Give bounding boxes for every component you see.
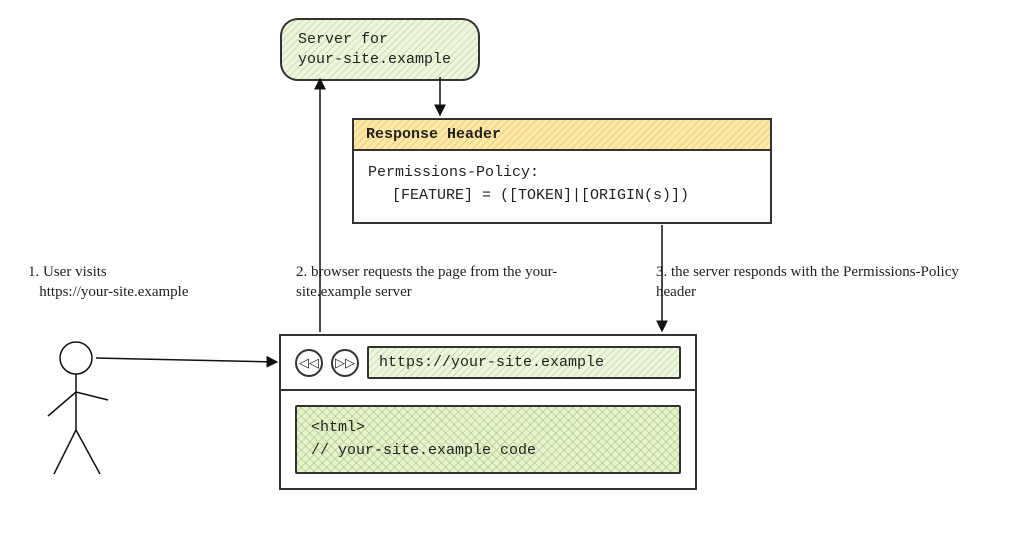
response-header-box: Response Header Permissions-Policy: [FEA… bbox=[352, 118, 772, 224]
step-1-url: https://your-site.example bbox=[39, 284, 188, 300]
policy-header-value: [FEATURE] = ([TOKEN]|[ORIGIN(s)]) bbox=[368, 184, 756, 207]
forward-icon: ▷▷ bbox=[331, 349, 359, 377]
arrow-user-to-browser bbox=[96, 358, 276, 362]
browser-body: <html> // your-site.example code bbox=[281, 391, 695, 488]
browser-window: ◁◁ ▷▷ https://your-site.example <html> /… bbox=[279, 334, 697, 490]
server-line-1: Server for bbox=[298, 30, 462, 50]
policy-header-name: Permissions-Policy: bbox=[368, 161, 756, 184]
user-icon bbox=[48, 342, 108, 474]
step-1-label: 1. User visits https://your-site.example bbox=[28, 262, 248, 303]
url-bar: https://your-site.example bbox=[367, 346, 681, 379]
code-line-1: <html> bbox=[311, 417, 665, 440]
step-1-prefix: 1. User visits bbox=[28, 264, 107, 280]
page-code-box: <html> // your-site.example code bbox=[295, 405, 681, 474]
back-icon: ◁◁ bbox=[295, 349, 323, 377]
code-line-2: // your-site.example code bbox=[311, 440, 665, 463]
step-2-label: 2. browser requests the page from the yo… bbox=[296, 262, 616, 303]
server-line-2: your-site.example bbox=[298, 50, 462, 70]
browser-toolbar: ◁◁ ▷▷ https://your-site.example bbox=[281, 336, 695, 391]
response-body: Permissions-Policy: [FEATURE] = ([TOKEN]… bbox=[354, 151, 770, 222]
step-3-label: 3. the server responds with the Permissi… bbox=[656, 262, 986, 303]
server-box: Server for your-site.example bbox=[280, 18, 480, 81]
response-header-title: Response Header bbox=[354, 120, 770, 151]
